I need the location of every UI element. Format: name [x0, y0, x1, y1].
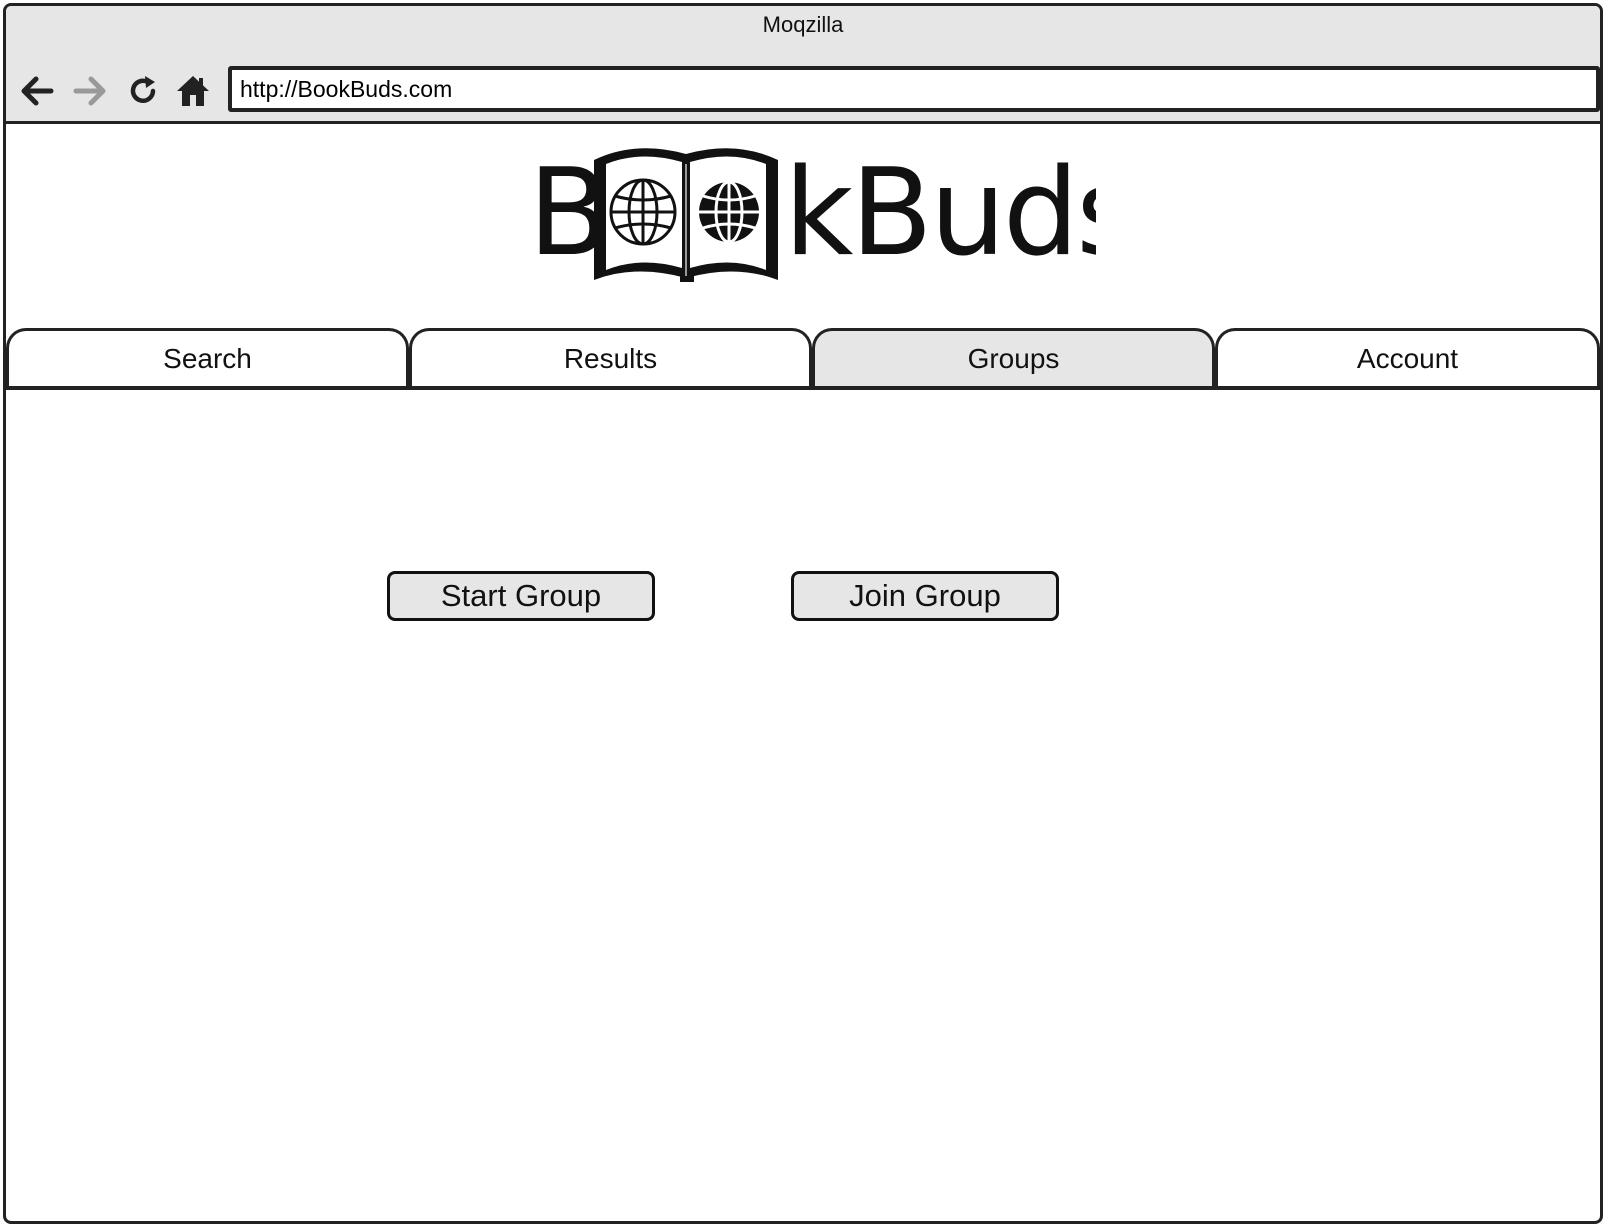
home-icon	[177, 76, 209, 106]
join-group-button[interactable]: Join Group	[791, 571, 1059, 621]
tab-groups[interactable]: Groups	[812, 328, 1215, 388]
open-book-globe-icon	[594, 148, 778, 282]
reload-button[interactable]	[122, 70, 164, 112]
tabs-divider	[6, 386, 1600, 390]
tab-results[interactable]: Results	[409, 328, 812, 388]
forward-arrow-icon	[73, 76, 106, 106]
forward-button[interactable]	[69, 70, 111, 112]
back-button[interactable]	[16, 70, 58, 112]
tab-search[interactable]: Search	[6, 328, 409, 388]
tab-account[interactable]: Account	[1215, 328, 1600, 388]
bookbuds-logo: B kBuds	[536, 144, 1096, 283]
start-group-button[interactable]: Start Group	[387, 571, 655, 621]
window-title: Moqzilla	[762, 12, 844, 37]
reload-icon	[130, 76, 156, 104]
back-arrow-icon	[21, 76, 54, 106]
url-field[interactable]	[228, 66, 1600, 112]
main-tabs: Search Results Groups Account	[6, 328, 1600, 392]
browser-chrome: Moqzilla	[6, 6, 1600, 124]
logo-letters-kbuds: kBuds	[784, 144, 1096, 283]
home-button[interactable]	[172, 70, 214, 112]
browser-window: Moqzilla http://BookBuds.com kBud Search…	[3, 3, 1603, 1224]
